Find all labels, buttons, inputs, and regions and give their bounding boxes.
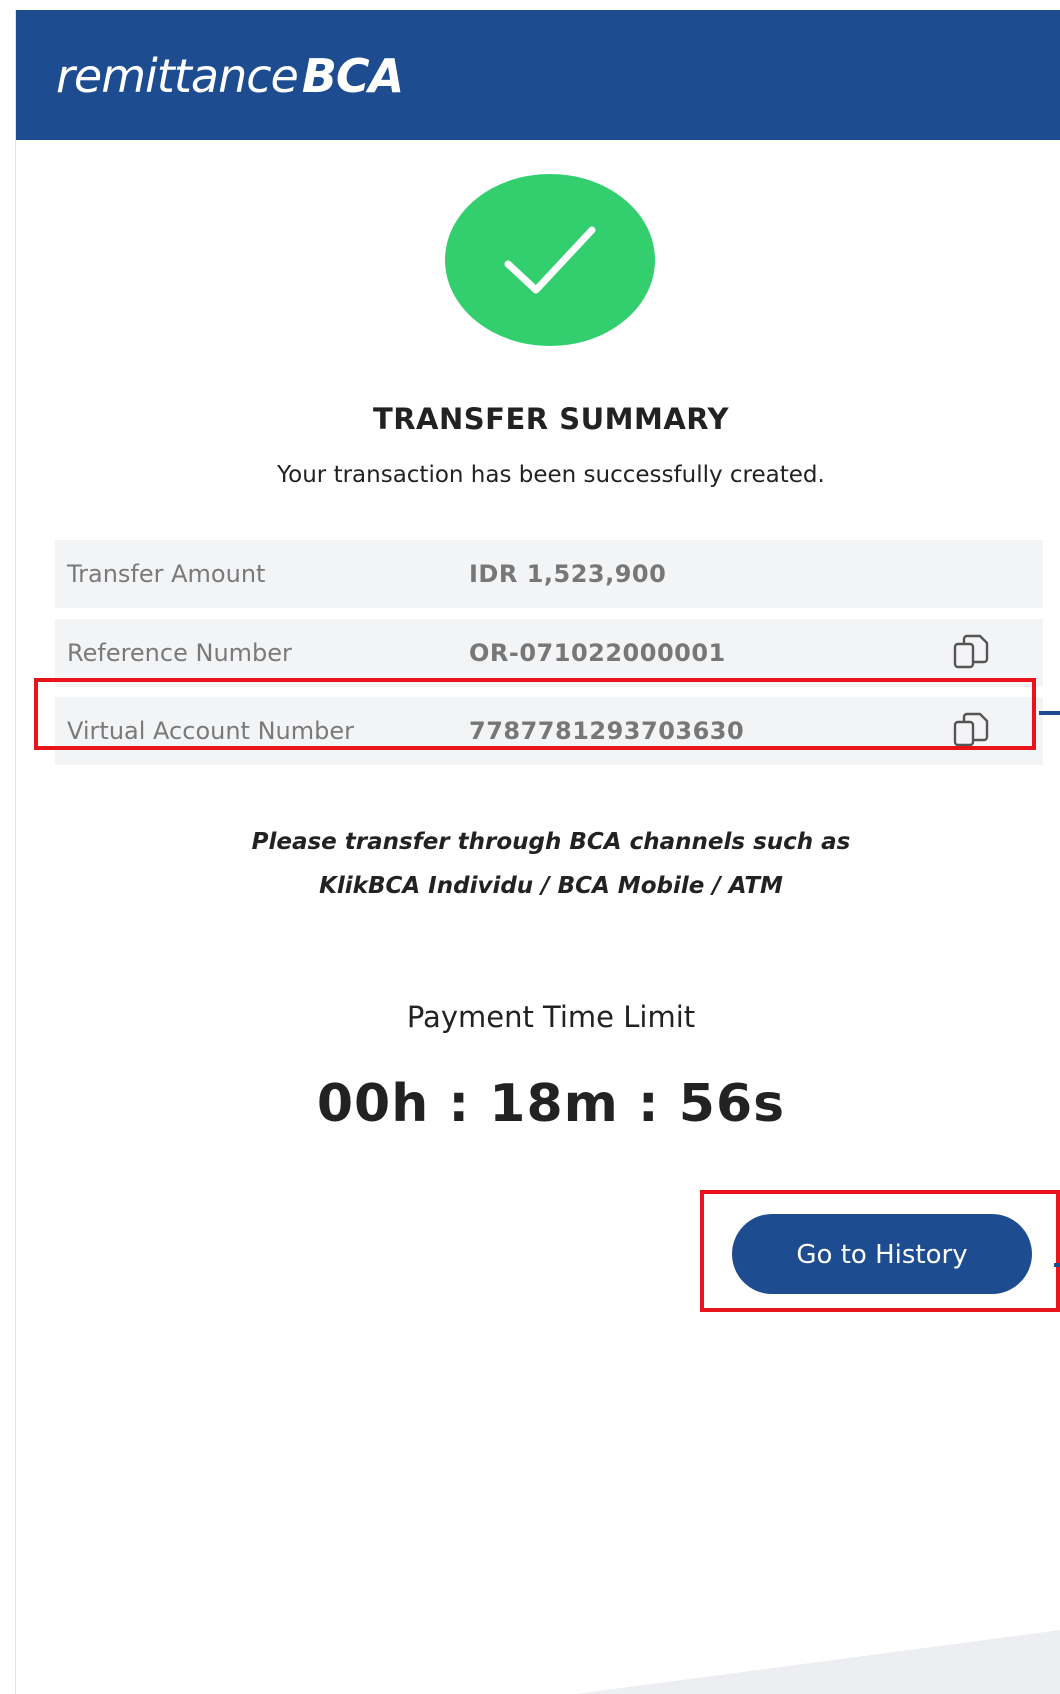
transfer-instruction-line2: KlikBCA Individu / BCA Mobile / ATM (319, 873, 783, 899)
callout-connector (1054, 1263, 1060, 1267)
success-check-badge (445, 174, 655, 346)
check-icon (504, 226, 596, 294)
app-screen: remittanceBCA TRANSFER SUMMARY Your tran… (15, 10, 1060, 1694)
success-message: Your transaction has been successfully c… (277, 462, 825, 488)
callout-connector (1039, 711, 1060, 715)
copy-icon[interactable] (951, 633, 991, 673)
detail-label: Reference Number (67, 639, 292, 667)
highlight-box-virtual-account (34, 678, 1036, 750)
transfer-instruction-line1: Please transfer through BCA channels suc… (251, 829, 851, 855)
detail-label: Transfer Amount (67, 560, 266, 588)
logo-text-light: remittance (56, 49, 299, 103)
go-to-history-button[interactable]: Go to History (732, 1214, 1032, 1294)
countdown-timer: 00h : 18m : 56s (316, 1074, 786, 1134)
detail-value: OR-071022000001 (469, 639, 726, 667)
logo-text-bold: BCA (301, 49, 404, 103)
detail-value: IDR 1,523,900 (469, 560, 667, 588)
detail-row-reference-number: Reference Number OR-071022000001 (55, 619, 1043, 687)
detail-row-transfer-amount: Transfer Amount IDR 1,523,900 (55, 540, 1043, 608)
remittance-bca-logo: remittanceBCA (56, 48, 404, 104)
payment-time-limit-label: Payment Time Limit (406, 1000, 696, 1034)
app-header: remittanceBCA (16, 10, 1060, 140)
summary-title: TRANSFER SUMMARY (372, 402, 730, 436)
corner-shade (576, 1630, 1060, 1694)
